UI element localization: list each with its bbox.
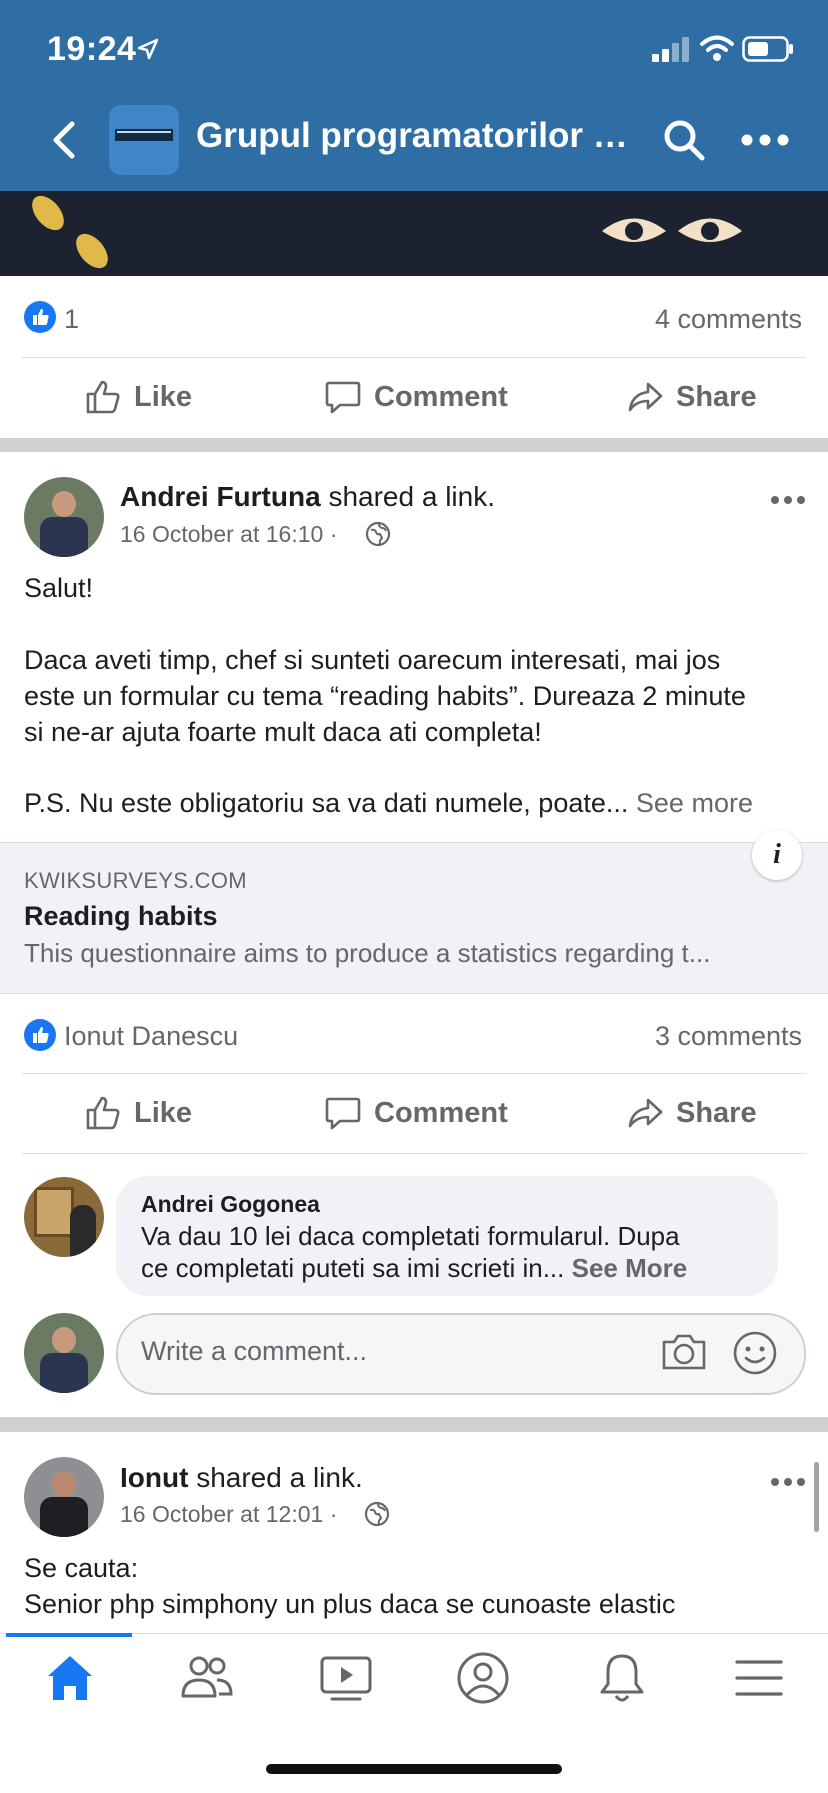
like-count[interactable]: 1 — [64, 304, 79, 335]
more-icon[interactable] — [740, 130, 790, 150]
like-reaction-icon — [24, 301, 56, 333]
like-label: Like — [134, 380, 193, 413]
reactor-name[interactable]: Ionut Danescu — [64, 1021, 238, 1052]
globe-icon — [364, 1501, 390, 1527]
group-title[interactable]: Grupul programatorilor - î... — [196, 116, 636, 156]
comment-button[interactable]: Comment — [324, 1094, 508, 1132]
comment-label: Comment — [374, 1096, 508, 1129]
post-line: este un formular cu tema “reading habits… — [24, 681, 746, 711]
share-button[interactable]: Share — [626, 1094, 757, 1132]
post-timestamp[interactable]: 16 October at 16:10 · — [120, 521, 337, 548]
author-name[interactable]: Ionut — [120, 1462, 188, 1493]
emoji-icon[interactable] — [732, 1330, 778, 1376]
post-divider — [0, 438, 828, 452]
like-icon — [86, 1096, 120, 1130]
share-icon — [628, 1098, 663, 1128]
menu-icon[interactable] — [731, 1650, 787, 1706]
post-line: Daca aveti timp, chef si sunteti oarecum… — [24, 645, 721, 675]
comment-icon — [325, 381, 361, 414]
back-icon[interactable] — [46, 120, 80, 160]
post-line: Salut! — [24, 573, 94, 603]
battery-icon — [742, 36, 793, 62]
scrollbar[interactable] — [814, 1462, 819, 1532]
comment-line-last: ce completati puteti sa imi scrieti in..… — [141, 1252, 687, 1284]
post-header: Andrei Furtuna shared a link. — [120, 481, 495, 513]
commenter-avatar[interactable] — [24, 1177, 104, 1257]
active-tab-indicator — [6, 1633, 132, 1637]
comment-placeholder: Write a comment... — [141, 1336, 368, 1366]
comment-button[interactable]: Comment — [324, 378, 508, 416]
comment-see-more[interactable]: See More — [572, 1253, 688, 1283]
info-icon[interactable]: i — [752, 830, 802, 880]
comment-count[interactable]: 3 comments — [655, 1021, 802, 1052]
post-options-icon[interactable] — [770, 493, 806, 507]
share-button[interactable]: Share — [626, 378, 757, 416]
globe-icon — [365, 521, 391, 547]
previous-post-image[interactable] — [0, 191, 828, 276]
share-label: Share — [676, 380, 757, 413]
profile-icon[interactable] — [455, 1650, 511, 1706]
signal-icon — [652, 37, 689, 62]
search-icon[interactable] — [662, 118, 706, 162]
wifi-icon — [700, 35, 734, 61]
post-line: P.S. Nu este obligatoriu sa va dati nume… — [24, 788, 629, 818]
like-reaction-icon — [24, 1019, 56, 1051]
post-line: si ne-ar ajuta foarte mult daca ati comp… — [24, 717, 542, 747]
post-line-last: P.S. Nu este obligatoriu sa va dati nume… — [24, 785, 753, 821]
post-verb: shared a link. — [188, 1462, 363, 1493]
post-options-icon[interactable] — [770, 1475, 806, 1489]
location-arrow-icon — [137, 38, 159, 60]
author-avatar[interactable] — [24, 1457, 104, 1537]
share-icon — [628, 382, 663, 412]
post-timestamp[interactable]: 16 October at 12:01 · — [120, 1501, 337, 1528]
like-button[interactable]: Like — [84, 378, 192, 416]
like-icon — [86, 380, 120, 414]
like-label: Like — [134, 1096, 193, 1129]
link-description: This questionnaire aims to produce a sta… — [24, 938, 711, 968]
post-header: Ionut shared a link. — [120, 1462, 363, 1494]
link-domain: KWIKSURVEYS.COM — [24, 868, 247, 893]
post-line: Se cauta: — [24, 1553, 139, 1583]
friends-icon[interactable] — [179, 1650, 235, 1706]
watch-icon[interactable] — [318, 1650, 374, 1706]
post-verb: shared a link. — [320, 481, 495, 512]
group-avatar[interactable] — [109, 105, 179, 175]
comment-label: Comment — [374, 380, 508, 413]
author-avatar[interactable] — [24, 477, 104, 557]
status-time: 19:24 — [47, 30, 137, 68]
comment-line: ce completati puteti sa imi scrieti in..… — [141, 1253, 565, 1283]
home-icon[interactable] — [42, 1650, 98, 1706]
camera-icon[interactable] — [660, 1332, 708, 1372]
bell-icon[interactable] — [594, 1650, 650, 1706]
like-button[interactable]: Like — [84, 1094, 192, 1132]
post-divider — [0, 1417, 828, 1432]
comment-icon — [325, 1097, 361, 1130]
home-indicator — [266, 1764, 562, 1774]
link-title: Reading habits — [24, 901, 218, 931]
comment-line: Va dau 10 lei daca completati formularul… — [141, 1221, 680, 1251]
post-line: Senior php simphony un plus daca se cuno… — [24, 1589, 676, 1619]
comment-count[interactable]: 4 comments — [655, 304, 802, 335]
share-label: Share — [676, 1096, 757, 1129]
my-avatar — [24, 1313, 104, 1393]
comment-author[interactable]: Andrei Gogonea — [141, 1191, 320, 1218]
see-more-link[interactable]: See more — [636, 788, 753, 818]
author-name[interactable]: Andrei Furtuna — [120, 481, 321, 512]
